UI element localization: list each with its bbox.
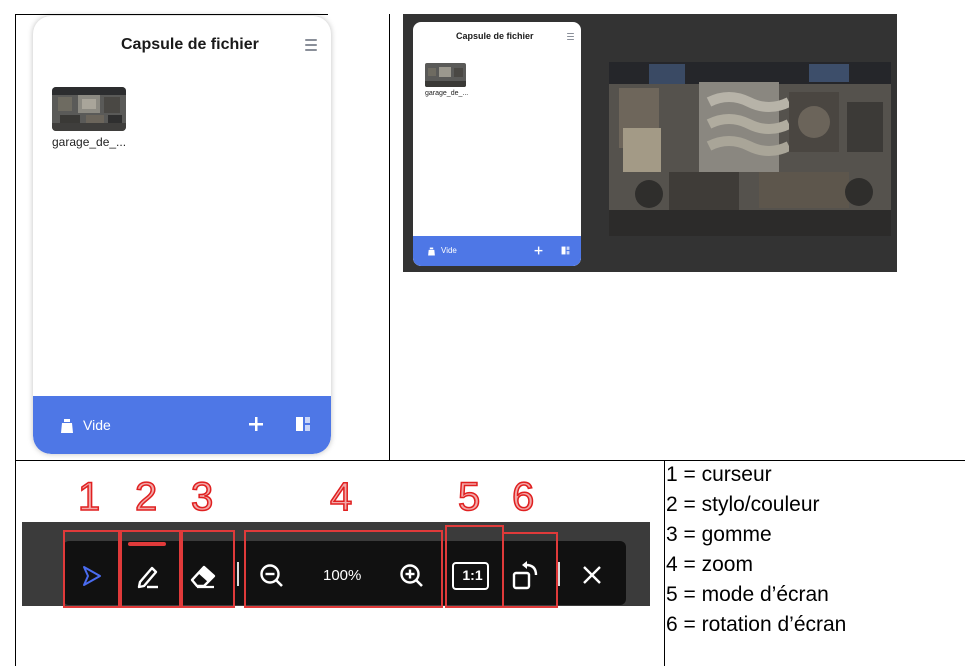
file-name-small: garage_de_...	[425, 90, 469, 97]
box-icon-small	[428, 247, 435, 256]
menu-icon-small[interactable]	[567, 33, 574, 40]
zoom-out-icon[interactable]	[258, 562, 286, 590]
box-icon	[61, 419, 73, 433]
annotation-number-1: 1	[77, 474, 101, 520]
table-top-border	[15, 14, 328, 15]
annotation-number-6: 6	[511, 474, 535, 520]
toolbar-separator-2	[558, 562, 560, 586]
legend-item-6: 6 = rotation d’écran	[666, 613, 847, 636]
table-center-divider	[389, 14, 390, 461]
cursor-icon[interactable]	[80, 564, 104, 588]
layout-icon[interactable]	[295, 416, 311, 432]
preview-dark-area: Capsule de fichier garage_de_... Vide	[403, 14, 897, 272]
footer-status-label: Vide	[83, 417, 111, 433]
panel-footer: Vide	[33, 396, 331, 454]
layout-icon-small[interactable]	[561, 246, 570, 255]
legend-item-5: 5 = mode d’écran	[666, 583, 829, 606]
capsule-panel-small: Capsule de fichier garage_de_... Vide	[413, 22, 581, 266]
zoom-in-icon[interactable]	[398, 562, 426, 590]
legend-item-1: 1 = curseur	[666, 463, 772, 486]
engine-photo	[609, 62, 891, 236]
capsule-panel-large: Capsule de fichier garage_de_... Vide	[33, 16, 331, 454]
panel-footer-small: Vide	[413, 236, 581, 266]
legend-item-2: 2 = stylo/couleur	[666, 493, 820, 516]
panel-title: Capsule de fichier	[121, 36, 259, 53]
annotation-number-4: 4	[329, 474, 353, 520]
footer-status-label-small: Vide	[441, 246, 457, 255]
annotation-number-2: 2	[134, 474, 158, 520]
legend-item-3: 3 = gomme	[666, 523, 772, 546]
add-icon-small[interactable]	[534, 246, 543, 255]
annotation-number-3: 3	[190, 474, 214, 520]
file-thumbnail[interactable]	[52, 87, 126, 131]
table-left-border	[15, 14, 16, 666]
toolbar-separator	[237, 562, 239, 586]
legend-item-4: 4 = zoom	[666, 553, 753, 576]
file-thumbnail-small[interactable]	[425, 63, 466, 87]
close-icon[interactable]	[580, 563, 604, 587]
pen-color-indicator	[128, 542, 166, 546]
screen-mode-label: 1:1	[462, 567, 483, 583]
annotation-number-5: 5	[457, 474, 481, 520]
engine-image-small	[425, 63, 466, 87]
eraser-icon[interactable]	[188, 562, 218, 590]
pen-icon[interactable]	[134, 562, 162, 590]
table-right-divider	[664, 460, 665, 666]
menu-icon[interactable]	[305, 39, 317, 51]
add-icon[interactable]	[248, 416, 264, 432]
table-mid-border	[15, 460, 965, 461]
file-name: garage_de_...	[52, 135, 127, 149]
panel-title-small: Capsule de fichier	[456, 31, 534, 41]
engine-image	[52, 87, 126, 131]
zoom-level: 100%	[323, 567, 362, 584]
rotate-icon[interactable]	[510, 558, 544, 592]
